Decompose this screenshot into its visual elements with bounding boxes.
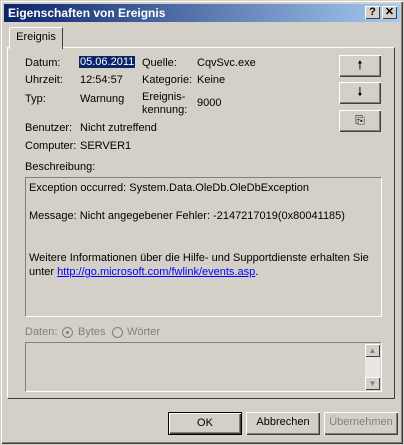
copy-button[interactable]: ⎘ (339, 110, 381, 132)
bytes-radio-label: Bytes (78, 326, 106, 338)
scroll-up-icon[interactable]: ▲ (365, 344, 380, 357)
eventid-label-line2: kennung: (142, 104, 188, 116)
data-label: Daten: (25, 326, 58, 338)
ok-button[interactable]: OK (168, 412, 242, 435)
window-title: Eigenschaften von Ereignis (8, 6, 166, 20)
words-radio[interactable] (112, 327, 123, 338)
description-label: Beschreibung: (25, 161, 96, 173)
arrow-down-icon: 🠗 (357, 85, 363, 99)
arrow-up-icon: 🠕 (357, 58, 363, 72)
computer-label: Computer: (25, 140, 77, 152)
user-value: Nicht zutreffend (80, 122, 157, 134)
type-value: Warnung (80, 93, 125, 105)
previous-event-button[interactable]: 🠕 (339, 55, 381, 77)
words-radio-label: Wörter (127, 326, 160, 338)
scroll-down-icon[interactable]: ▼ (365, 377, 380, 390)
cancel-button[interactable]: Abbrechen (246, 412, 320, 435)
eventid-value: 9000 (197, 97, 222, 109)
computer-value: SERVER1 (80, 140, 132, 152)
close-button[interactable]: ✕ (382, 6, 397, 19)
data-scrollbar[interactable]: ▲ ▼ (365, 344, 380, 390)
time-value: 12:54:57 (80, 74, 123, 86)
time-label: Uhrzeit: (25, 74, 63, 86)
apply-button[interactable]: Übernehmen (324, 412, 398, 435)
title-bar: Eigenschaften von Ereignis ? ✕ (4, 4, 400, 22)
source-label: Quelle: (142, 57, 177, 69)
date-label: Datum: (25, 57, 61, 69)
description-box[interactable]: Exception occurred: System.Data.OleDb.Ol… (25, 177, 382, 317)
type-label: Typ: (25, 93, 46, 105)
description-line: Message: Nicht angegebener Fehler: -2147… (29, 210, 345, 222)
bytes-radio[interactable] (62, 327, 73, 338)
event-properties-dialog: Eigenschaften von Ereignis ? ✕ Ereignis … (0, 0, 404, 445)
user-label: Benutzer: (25, 122, 73, 134)
source-value: CqvSvc.exe (197, 57, 256, 69)
data-box[interactable]: ▲ ▼ (25, 342, 382, 392)
description-line: Weitere Informationen über die Hilfe- un… (29, 252, 369, 264)
description-line: Exception occurred: System.Data.OleDb.Ol… (29, 182, 310, 194)
category-value: Keine (197, 74, 226, 86)
copy-icon: ⎘ (355, 113, 365, 127)
category-label: Kategorie: (142, 74, 193, 86)
date-value[interactable]: 05.06.2011 (79, 56, 136, 68)
help-link[interactable]: http://go.microsoft.com/fwlink/events.as… (57, 266, 255, 278)
eventid-label-line1: Ereignis- (142, 91, 186, 103)
help-button[interactable]: ? (365, 6, 380, 19)
next-event-button[interactable]: 🠗 (339, 82, 381, 104)
tab-ereignis[interactable]: Ereignis (9, 27, 63, 49)
